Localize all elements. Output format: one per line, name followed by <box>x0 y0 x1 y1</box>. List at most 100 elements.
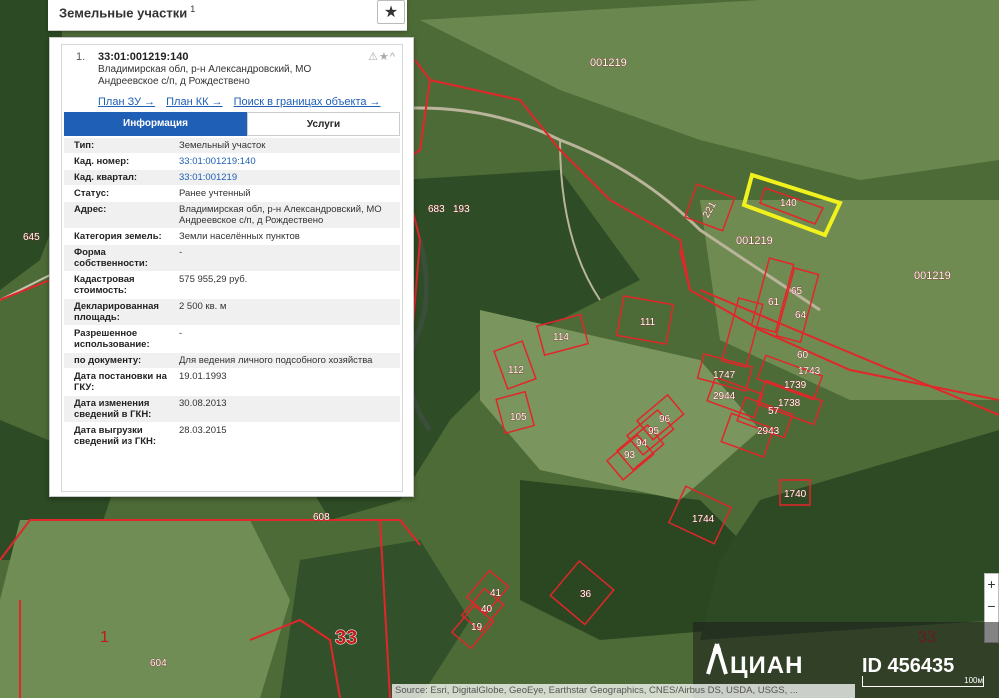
info-row-value: - <box>179 247 183 258</box>
map-label: 2943 <box>757 426 780 437</box>
map-attribution: Source: Esri, DigitalGlobe, GeoEye, Eart… <box>392 684 855 698</box>
info-row-value: - <box>179 328 183 339</box>
info-row-value: Земли населённых пунктов <box>179 231 300 242</box>
cian-logo: ЦИАН <box>730 652 804 679</box>
info-row: Кад. номер: 33:01:001219:140 <box>64 154 400 170</box>
zoom-out-button[interactable]: − <box>985 596 998 618</box>
star-icon: ★ <box>383 4 399 21</box>
info-row-key: Дата постановки на ГКУ: <box>74 371 167 393</box>
info-row-value: Ранее учтенный <box>179 188 251 199</box>
info-row-value: 575 955,29 руб. <box>179 274 248 285</box>
tab-services[interactable]: Услуги <box>247 112 400 136</box>
map-label: 65 <box>791 286 803 297</box>
card-links: План ЗУ → План КК → Поиск в границах объек… <box>98 96 392 108</box>
map-label: 608 <box>313 512 330 523</box>
panel-title: Земельные участки 1 <box>59 4 196 21</box>
map-label: 19 <box>471 622 483 633</box>
map-label: 57 <box>768 406 780 417</box>
info-row: по документу: Для ведения личного подсобн… <box>64 353 400 369</box>
map-label: 645 <box>23 232 40 243</box>
info-row: Дата выгрузки сведений из ГКН: 28.03.2015 <box>64 423 400 450</box>
parcel-card: 1. 33:01:001219:140 Владимирская обл, р-… <box>49 37 414 497</box>
map-label: 1738 <box>778 398 801 409</box>
favorite-button[interactable]: ★ <box>377 0 405 24</box>
info-row-key: Адрес: <box>74 204 107 215</box>
map-label: 001219 <box>736 235 773 247</box>
map-label: 140 <box>780 198 797 209</box>
info-row: Категория земель: Земли населённых пункто… <box>64 229 400 245</box>
info-row: Разрешенное использование: - <box>64 326 400 353</box>
map-label: 33 <box>335 627 357 649</box>
map-label: 41 <box>490 588 502 599</box>
map-label: 94 <box>636 438 648 449</box>
map-label: 1743 <box>798 366 821 377</box>
cadastral-number[interactable]: 33:01:001219:140 <box>98 51 189 63</box>
panel-header: Земельные участки 1 <box>48 0 407 31</box>
info-row-key: Кад. номер: <box>74 156 130 167</box>
info-row-key: Тип: <box>74 140 95 151</box>
info-row: Дата постановки на ГКУ: 19.01.1993 <box>64 369 400 396</box>
map-label: 96 <box>659 414 671 425</box>
info-row-value: 28.03.2015 <box>179 425 227 436</box>
info-row: Форма собственности: - <box>64 245 400 272</box>
search-in-bounds-link[interactable]: Поиск в границах объекта → <box>234 96 381 108</box>
map-label: 112 <box>508 365 524 376</box>
map-label: 36 <box>580 589 592 600</box>
map-label: 60 <box>797 350 809 361</box>
scale-bar: 100м <box>862 676 984 687</box>
info-row: Кад. квартал: 33:01:001219 <box>64 170 400 186</box>
map-label: 1739 <box>784 380 807 391</box>
map-label: 193 <box>453 204 470 215</box>
tab-information[interactable]: Информация <box>64 112 247 136</box>
info-row: Дата изменения сведений в ГКН: 30.08.2013 <box>64 396 400 423</box>
info-row-value[interactable]: 33:01:001219:140 <box>175 154 400 169</box>
map-label: 604 <box>150 658 167 669</box>
info-row-key: Декларированная площадь: <box>74 301 159 323</box>
map-label: 001219 <box>590 57 627 69</box>
map-label: 40 <box>481 604 493 615</box>
info-row: Статус: Ранее учтенный <box>64 186 400 202</box>
info-row: Кадастровая стоимость: 575 955,29 руб. <box>64 272 400 299</box>
info-row-key: Дата изменения сведений в ГКН: <box>74 398 152 420</box>
info-row-key: Категория земель: <box>74 231 162 242</box>
map-label: 61 <box>768 297 780 308</box>
info-table: Тип: Земельный участок Кад. номер: 33:01:00… <box>64 138 400 450</box>
map-label: 001219 <box>914 270 951 282</box>
info-row-key: Разрешенное использование: <box>74 328 150 350</box>
map-label: 1 <box>100 629 109 646</box>
map-label: 114 <box>553 332 569 343</box>
info-row-value: 2 500 кв. м <box>179 301 227 312</box>
card-action-icons[interactable]: ⚠★^ <box>368 50 396 63</box>
result-index: 1. <box>76 51 86 63</box>
plan-kk-link[interactable]: План КК → <box>166 96 222 108</box>
info-row-key: Статус: <box>74 188 110 199</box>
map-label: 64 <box>795 310 807 321</box>
plan-zu-link[interactable]: План ЗУ → <box>98 96 155 108</box>
info-row-value: Владимирская обл, р-н Александровский, М… <box>179 204 382 226</box>
info-row-key: по документу: <box>74 355 142 366</box>
info-row: Декларированная площадь: 2 500 кв. м <box>64 299 400 326</box>
info-row-value: 30.08.2013 <box>179 398 227 409</box>
map-label: 111 <box>640 317 656 328</box>
info-row-value[interactable]: 33:01:001219 <box>175 170 400 185</box>
map-label: 1747 <box>713 370 736 381</box>
map-label: 1740 <box>784 489 807 500</box>
listing-id: ID 456435 <box>862 655 955 677</box>
map-label: 105 <box>510 412 527 423</box>
info-row-value: 19.01.1993 <box>179 371 227 382</box>
map-label: 93 <box>624 450 636 461</box>
info-row-key: Кад. квартал: <box>74 172 138 183</box>
card-tabs: Информация Услуги <box>64 112 400 136</box>
parcel-address: Владимирская обл, р-н Александровский, М… <box>98 64 312 87</box>
map-label: 683 <box>428 204 445 215</box>
map-label: 2944 <box>713 391 736 402</box>
zoom-in-button[interactable]: + <box>985 574 998 596</box>
info-row-key: Дата выгрузки сведений из ГКН: <box>74 425 157 447</box>
info-row-key: Форма собственности: <box>74 247 148 269</box>
cian-logo-icon <box>706 643 728 675</box>
parcel-card-inner: 1. 33:01:001219:140 Владимирская обл, р-… <box>61 44 403 492</box>
info-row: Тип: Земельный участок <box>64 138 400 154</box>
info-row-value: Земельный участок <box>179 140 266 151</box>
info-row-value: Для ведения личного подсобного хозяйства <box>179 355 373 366</box>
map-label: 1744 <box>692 514 715 525</box>
